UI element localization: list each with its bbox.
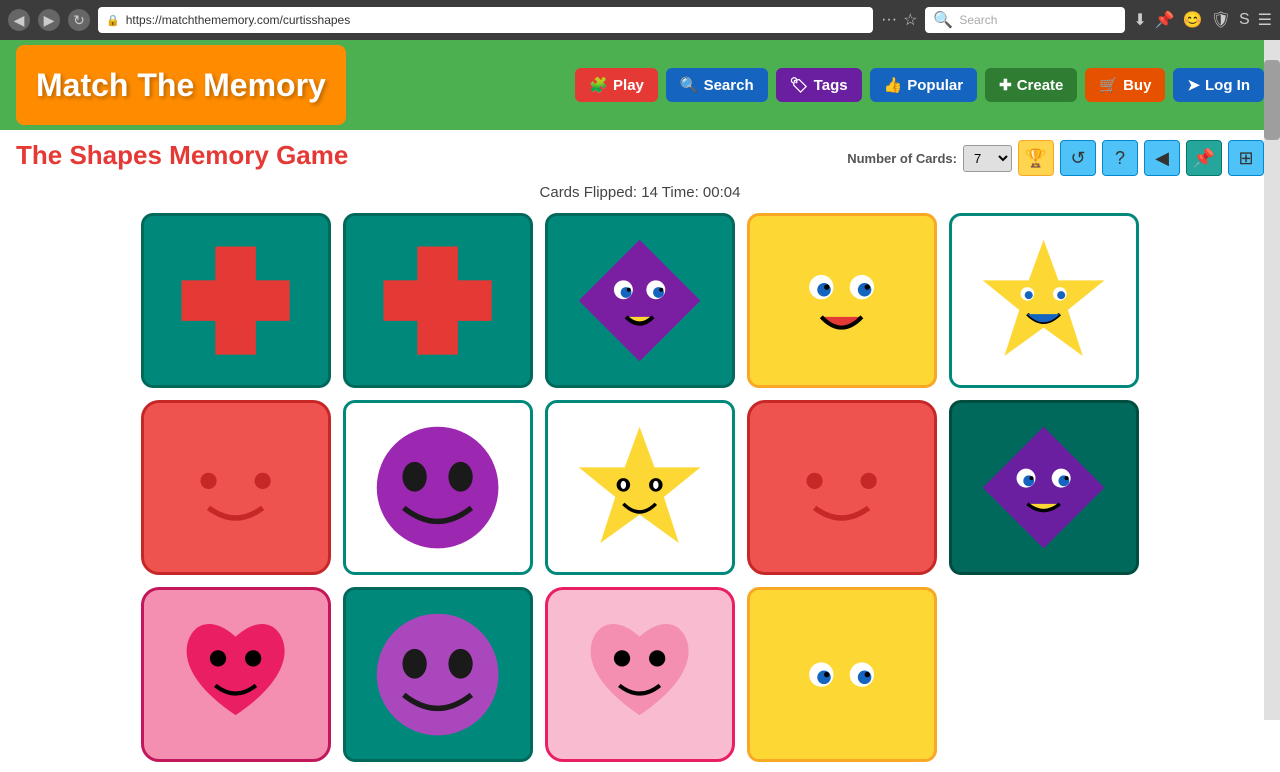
game-controls: Number of Cards: 781012 🏆 ↺ ? ◀ 📌 ⊞ — [847, 140, 1264, 176]
logo-box: Match The Memory — [16, 45, 346, 125]
help-button[interactable]: ? — [1102, 140, 1138, 176]
heart-smiley-2 — [566, 607, 713, 742]
card-14[interactable] — [747, 587, 937, 762]
site-logo: Match The Memory — [36, 67, 326, 104]
star-shape-1 — [970, 233, 1117, 368]
heart-smiley-1 — [162, 607, 309, 742]
prev-button[interactable]: ◀ — [1144, 140, 1180, 176]
lock-icon: 🔒 — [106, 14, 120, 27]
menu-icon[interactable]: ☰ — [1258, 10, 1272, 30]
refresh-button[interactable]: ↻ — [68, 9, 90, 31]
card-5[interactable] — [949, 213, 1139, 388]
diamond-face-1 — [566, 233, 713, 368]
square-smiley-pink-2 — [768, 420, 915, 555]
card-8[interactable] — [545, 400, 735, 575]
rectangle-face-1 — [768, 607, 915, 742]
game-area: The Shapes Memory Game Number of Cards: … — [0, 130, 1280, 772]
forward-button[interactable]: ▶ — [38, 9, 60, 31]
cards-grid — [16, 213, 1264, 762]
card-12[interactable] — [343, 587, 533, 762]
browser-search-bar[interactable]: 🔍 Search — [925, 7, 1125, 33]
num-cards-select[interactable]: 781012 — [963, 145, 1012, 172]
url-text: https://matchthememory.com/curtisshapes — [126, 13, 351, 27]
stats-bar: Cards Flipped: 14 Time: 00:04 — [16, 184, 1264, 201]
search-button[interactable]: 🔍 Search — [666, 68, 768, 102]
bookmark-button[interactable]: ☆ — [903, 10, 917, 30]
card-4[interactable] — [747, 213, 937, 388]
restart-button[interactable]: ↺ — [1060, 140, 1096, 176]
buy-button[interactable]: 🛒 Buy — [1085, 68, 1165, 102]
card-13[interactable] — [545, 587, 735, 762]
circle-smiley-purple-2 — [364, 607, 511, 742]
num-cards-label: Number of Cards: — [847, 151, 957, 166]
trophy-button[interactable]: 🏆 — [1018, 140, 1054, 176]
scrollbar-thumb[interactable] — [1264, 60, 1280, 140]
more-button[interactable]: ··· — [881, 11, 897, 29]
nav-buttons: 🧩 Play 🔍 Search 🏷 Tags 👍 Popular ✚ Creat… — [575, 68, 1264, 102]
pin-button[interactable]: 📌 — [1186, 140, 1222, 176]
popular-button[interactable]: 👍 Popular — [870, 68, 978, 102]
square-smiley-pink-1 — [162, 420, 309, 555]
emoji-icon[interactable]: 😊 — [1183, 10, 1203, 30]
game-title: The Shapes Memory Game — [16, 140, 348, 171]
browser-toolbar: ⬇ 📌 😊 🛡 S ☰ — [1133, 10, 1272, 30]
search-icon: 🔍 — [933, 10, 953, 30]
shield-icon[interactable]: 🛡 — [1211, 10, 1231, 30]
card-1[interactable] — [141, 213, 331, 388]
cross-shape-1 — [162, 233, 309, 368]
card-10[interactable] — [949, 400, 1139, 575]
back-button[interactable]: ◀ — [8, 9, 30, 31]
circle-smiley-purple-1 — [364, 420, 511, 555]
square-face-1 — [768, 233, 915, 368]
url-bar[interactable]: 🔒 https://matchthememory.com/curtisshape… — [98, 7, 873, 33]
download-icon[interactable]: ⬇ — [1133, 10, 1146, 30]
card-3[interactable] — [545, 213, 735, 388]
login-button[interactable]: ➤ Log In — [1173, 68, 1264, 102]
cross-shape-2 — [364, 233, 511, 368]
card-7[interactable] — [343, 400, 533, 575]
diamond-face-2 — [970, 420, 1117, 555]
grid-button[interactable]: ⊞ — [1228, 140, 1264, 176]
site-header: Match The Memory 🧩 Play 🔍 Search 🏷 Tags … — [0, 40, 1280, 130]
card-6[interactable] — [141, 400, 331, 575]
create-button[interactable]: ✚ Create — [985, 68, 1077, 102]
s-icon[interactable]: S — [1239, 11, 1250, 29]
browser-chrome: ◀ ▶ ↻ 🔒 https://matchthememory.com/curti… — [0, 0, 1280, 40]
star-shape-2 — [566, 420, 713, 555]
tags-button[interactable]: 🏷 Tags — [776, 68, 862, 102]
play-button[interactable]: 🧩 Play — [575, 68, 658, 102]
pin-icon[interactable]: 📌 — [1155, 10, 1175, 30]
card-9[interactable] — [747, 400, 937, 575]
browser-search-placeholder: Search — [959, 13, 997, 27]
card-2[interactable] — [343, 213, 533, 388]
scrollbar[interactable] — [1264, 40, 1280, 720]
card-11[interactable] — [141, 587, 331, 762]
